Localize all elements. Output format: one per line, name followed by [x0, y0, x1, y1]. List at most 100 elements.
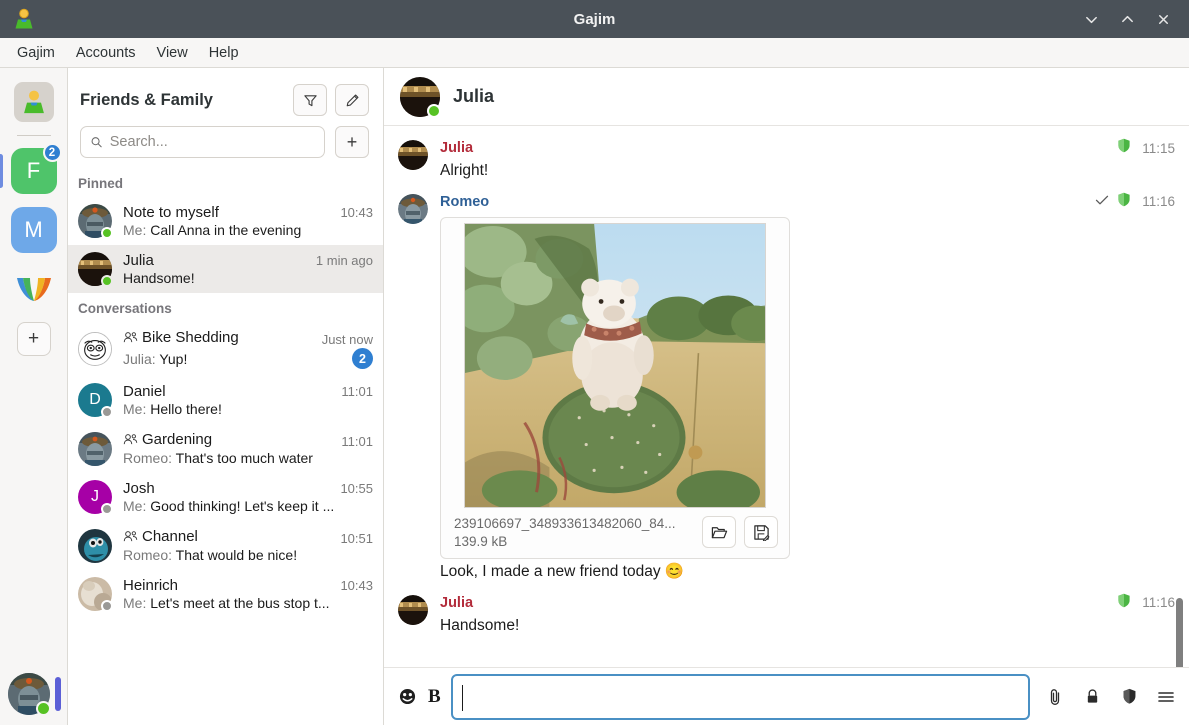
- unread-count-badge: 2: [352, 348, 373, 369]
- account-button-m[interactable]: M: [10, 207, 57, 253]
- message: Julia 11:15 Alright!: [384, 132, 1189, 186]
- preview-sender: Me:: [123, 401, 147, 417]
- list-item-content: Josh 10:55 Me: Good thinking! Let's keep…: [123, 480, 373, 514]
- app-avatar-button[interactable]: [13, 82, 54, 122]
- avatar: [78, 204, 113, 239]
- account-button-f[interactable]: F 2: [0, 143, 62, 194]
- list-item[interactable]: D Daniel 11:01 Me: Hello there!: [68, 376, 383, 424]
- list-item[interactable]: Gardening 11:01 Romeo: That's too much w…: [68, 424, 383, 473]
- contact-avatar-image: [78, 528, 112, 563]
- status-badge: [101, 275, 113, 287]
- add-account-button[interactable]: +: [16, 322, 51, 356]
- list-item-content: Daniel 11:01 Me: Hello there!: [123, 383, 373, 417]
- message-meta: 11:15: [1117, 138, 1175, 158]
- search-field[interactable]: [109, 134, 315, 150]
- minimize-button[interactable]: [1081, 9, 1101, 29]
- menu-bar: Gajim Accounts View Help: [0, 38, 1189, 68]
- avatar: [78, 252, 113, 287]
- attachment-preview-image[interactable]: [464, 222, 766, 508]
- shield-icon[interactable]: [1118, 686, 1140, 708]
- preview-text: Good thinking! Let's keep it ...: [150, 498, 335, 514]
- message-meta: 11:16: [1095, 192, 1175, 212]
- list-item-content: Bike Shedding Just now Julia: Yup! 2: [123, 329, 373, 369]
- filter-icon[interactable]: [293, 84, 327, 116]
- list-item[interactable]: Bike Shedding Just now Julia: Yup! 2: [68, 322, 383, 376]
- contact-name: Josh: [123, 480, 155, 497]
- bold-format-button[interactable]: B: [428, 686, 441, 708]
- shield-icon: [1117, 593, 1131, 613]
- message-input-field[interactable]: [460, 688, 1020, 705]
- contact-avatar-image: [78, 332, 112, 366]
- message-author[interactable]: Julia: [440, 140, 473, 156]
- list-item-content: Heinrich 10:43 Me: Let's meet at the bus…: [123, 577, 373, 611]
- attachment-filename: 239106697_348933613482060_84...: [454, 515, 676, 531]
- avatar: J: [78, 480, 113, 515]
- message-avatar-image: [398, 140, 428, 170]
- group-name: Gardening: [142, 431, 213, 448]
- paperclip-icon[interactable]: [1044, 686, 1066, 708]
- list-item[interactable]: Julia 1 min ago Handsome!: [68, 245, 383, 293]
- search-input[interactable]: [80, 126, 325, 158]
- file-attachment-card[interactable]: 239106697_348933613482060_84... 139.9 kB: [440, 216, 790, 559]
- list-item-content: Channel 10:51 Romeo: That would be nice!: [123, 528, 373, 563]
- search-row: +: [68, 126, 383, 168]
- maximize-button[interactable]: [1117, 9, 1137, 29]
- list-item[interactable]: Channel 10:51 Romeo: That would be nice!: [68, 521, 383, 570]
- list-item[interactable]: Heinrich 10:43 Me: Let's meet at the bus…: [68, 570, 383, 618]
- menu-item-view[interactable]: View: [148, 41, 197, 65]
- message-author[interactable]: Romeo: [440, 194, 489, 210]
- timestamp: Just now: [321, 332, 373, 347]
- attachment-footer: 239106697_348933613482060_84... 139.9 kB: [446, 514, 784, 553]
- scrollbar[interactable]: [1176, 598, 1183, 667]
- save-as-icon[interactable]: [744, 516, 778, 549]
- emoji-smiley-icon[interactable]: [396, 686, 418, 708]
- message-preview: Romeo: That would be nice!: [123, 547, 297, 563]
- menu-item-gajim[interactable]: Gajim: [8, 41, 64, 65]
- close-button[interactable]: [1153, 9, 1173, 29]
- shield-icon: [1117, 192, 1131, 212]
- avatar[interactable]: [7, 673, 51, 716]
- chat-list[interactable]: Pinned Note to myself 10:43 Me: Call Ann…: [68, 168, 383, 725]
- hamburger-menu-icon[interactable]: [1155, 686, 1177, 708]
- lock-icon[interactable]: [1081, 686, 1103, 708]
- timestamp: 10:43: [340, 205, 373, 220]
- add-contact-button[interactable]: +: [335, 126, 369, 158]
- message-preview: Me: Hello there!: [123, 401, 222, 417]
- account-rail: F 2 M +: [0, 68, 68, 725]
- message-list[interactable]: Julia 11:15 Alright! Romeo 11:16 2391066…: [384, 126, 1189, 667]
- window-controls: [1081, 9, 1189, 29]
- message-input[interactable]: [450, 673, 1030, 720]
- message-body: Julia 11:16 Handsome!: [440, 593, 1175, 637]
- feather-logo-icon[interactable]: [11, 266, 57, 312]
- preview-text: That would be nice!: [175, 547, 298, 563]
- status-badge: [101, 227, 113, 239]
- list-item[interactable]: Note to myself 10:43 Me: Call Anna in th…: [68, 197, 383, 245]
- status-badge: [101, 406, 113, 418]
- message-avatar-image: [398, 193, 428, 224]
- menu-item-help[interactable]: Help: [200, 41, 248, 65]
- contact-name: Daniel: [123, 383, 166, 400]
- avatar[interactable]: [400, 76, 441, 118]
- group-label-conversations: Conversations: [78, 301, 172, 316]
- preview-text: Hello there!: [150, 401, 222, 417]
- folder-open-icon[interactable]: [702, 516, 736, 549]
- timestamp: 11:01: [341, 434, 373, 449]
- self-account-section: [0, 673, 68, 716]
- avatar: [78, 332, 112, 366]
- group-chat-icon: [123, 332, 138, 343]
- status-badge: [101, 503, 113, 515]
- account-accent-bar: [54, 677, 61, 711]
- message-preview: Romeo: That's too much water: [123, 450, 313, 466]
- timestamp: 11:16: [1142, 595, 1175, 611]
- timestamp: 11:16: [1142, 194, 1175, 210]
- scrollbar-thumb[interactable]: [1176, 598, 1183, 667]
- preview-text: Handsome!: [123, 270, 195, 286]
- list-item[interactable]: J Josh 10:55 Me: Good thinking! Let's ke…: [68, 473, 383, 521]
- pencil-icon[interactable]: [335, 84, 369, 116]
- avatar: [398, 594, 428, 625]
- avatar: [78, 528, 112, 563]
- menu-item-accounts[interactable]: Accounts: [67, 41, 145, 65]
- active-account-indicator: [0, 154, 3, 188]
- message-author[interactable]: Julia: [440, 595, 473, 611]
- timestamp: 10:55: [340, 481, 373, 496]
